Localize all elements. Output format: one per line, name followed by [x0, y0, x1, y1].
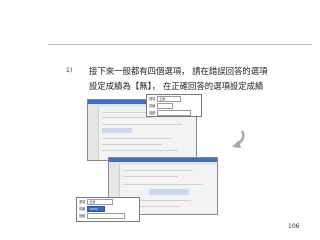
curved-down-arrow-icon: [232, 130, 245, 148]
popup-bottom: 選項 正確 成績 100% 回饋: [76, 197, 140, 222]
content-line: [102, 150, 178, 151]
content-line: [123, 184, 203, 185]
side-panel: [88, 107, 99, 160]
menu-bar: [109, 162, 217, 165]
instruction-line-2: 設定成績為【無】， 在正確回答的選項設定成績: [89, 81, 264, 91]
popup-label: 成績: [149, 104, 156, 108]
feedback-field[interactable]: [157, 109, 192, 116]
content-line: [102, 144, 162, 145]
page-number: 106: [288, 223, 300, 230]
divider-rule: [48, 44, 312, 45]
content-line: [123, 170, 193, 171]
feedback-field[interactable]: [87, 212, 126, 219]
popup-label: 選項: [149, 97, 156, 101]
content-line: [102, 124, 182, 125]
content-block: [102, 128, 132, 133]
grade-select[interactable]: 100%: [87, 205, 106, 212]
instruction-text: 接下來一般都有四個選項， 請在錯誤回答的選項 設定成績為【無】， 在正確回答的選…: [89, 64, 315, 94]
content-line: [123, 176, 178, 177]
content-block: [149, 189, 189, 195]
popup-label: 回饋: [149, 111, 156, 115]
popup-label: 成績: [79, 207, 86, 211]
popup-label: 選項: [79, 200, 86, 204]
content-line: [102, 138, 172, 139]
list-number: 1): [66, 67, 73, 74]
content-line: [102, 117, 152, 118]
popup-top: 選項 正確 成績 回饋: [146, 94, 202, 117]
answer-field[interactable]: 正確: [87, 198, 114, 205]
grade-select[interactable]: [157, 102, 174, 109]
popup-label: 回饋: [79, 214, 86, 218]
instruction-line-1: 接下來一般都有四個選項， 請在錯誤回答的選項: [89, 66, 268, 76]
answer-field[interactable]: 正確: [157, 95, 182, 102]
